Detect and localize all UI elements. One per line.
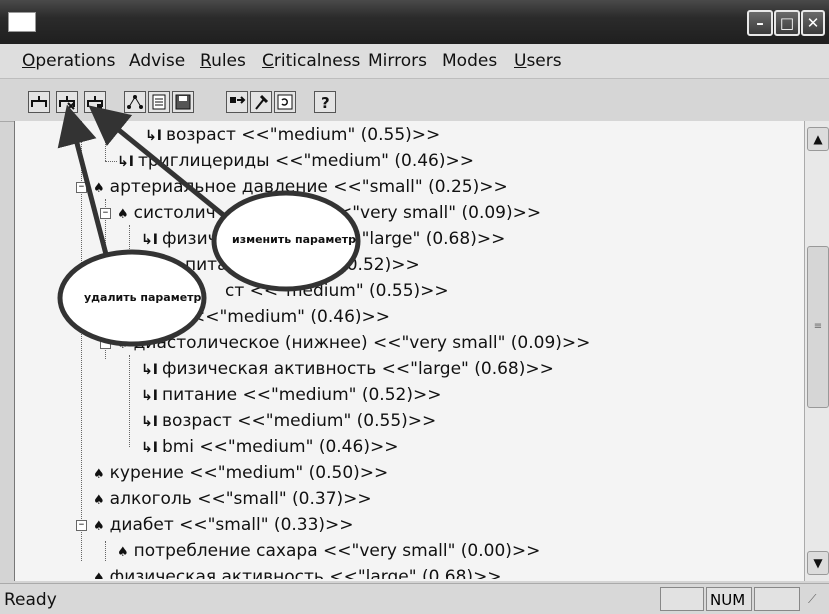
link-button[interactable]: [226, 91, 248, 113]
node-icon: ♠: [93, 493, 105, 508]
status-bar: Ready NUM ⟋: [0, 583, 829, 614]
expander-collapse-icon[interactable]: −: [100, 208, 111, 219]
refresh-button[interactable]: [274, 91, 296, 113]
link-icon: [230, 96, 246, 104]
edit-node-icon: [87, 96, 103, 109]
tree-view-button[interactable]: [124, 91, 146, 113]
menu-criticalness[interactable]: Criticalness: [262, 51, 360, 71]
delete-node-button[interactable]: [56, 91, 78, 113]
tree-item[interactable]: ♠ алкоголь <<"small" (0.37)>>: [93, 489, 372, 509]
hammer-icon: [255, 94, 269, 110]
tree-item[interactable]: ↳I bmi <<"medium" (0.46)>>: [141, 437, 398, 457]
close-button[interactable]: ✕: [801, 10, 825, 36]
tree-connector: [105, 199, 106, 359]
maximize-button[interactable]: □: [774, 10, 800, 36]
minimize-button[interactable]: –: [747, 10, 773, 36]
svg-text:?: ?: [321, 94, 330, 112]
tree-view[interactable]: ↳I возраст <<"medium" (0.55)>> ↳I триглице…: [14, 121, 805, 581]
toolbar: ?: [0, 79, 829, 122]
help-icon: ?: [321, 94, 330, 112]
scroll-up-button[interactable]: ▲: [807, 127, 829, 151]
tree-item[interactable]: ♠ систолич) <<"very small" (0.09)>>: [117, 203, 541, 223]
menu-users[interactable]: Users: [514, 51, 562, 71]
menu-modes[interactable]: Modes: [442, 51, 497, 71]
tree-connector: [105, 121, 106, 161]
scroll-thumb[interactable]: ≡: [807, 246, 829, 408]
edit-node-button[interactable]: [84, 91, 106, 113]
save-button[interactable]: [172, 91, 194, 113]
tree-item[interactable]: ↳I физическая активность <<"large" (0.68)…: [141, 359, 554, 379]
document-icon: [152, 94, 166, 110]
leaf-arrow-icon: ↳I: [141, 232, 158, 248]
delete-callout-label: удалить параметр: [84, 291, 202, 304]
tree-item[interactable]: ↳I возраст <<"medium" (0.55)>>: [145, 125, 440, 145]
tree-item[interactable]: ↳I триглицериды <<"medium" (0.46)>>: [117, 151, 474, 171]
node-icon: ♠: [117, 337, 129, 352]
document-button[interactable]: [148, 91, 170, 113]
hammer-button[interactable]: [250, 91, 272, 113]
expander-collapse-icon[interactable]: −: [100, 338, 111, 349]
tree-item[interactable]: ♠ диастолическое (нижнее) <<"very small" …: [117, 333, 590, 353]
tree-item[interactable]: <<"medium" (0.46)>>: [191, 307, 390, 327]
add-node-button[interactable]: [28, 91, 50, 113]
node-icon: ♠: [93, 519, 105, 534]
tree-icon: [127, 95, 143, 109]
menu-operations[interactable]: Operations: [22, 51, 115, 71]
node-icon: ♠: [93, 467, 105, 482]
scroll-down-button[interactable]: ▼: [807, 551, 829, 575]
tree-connector: [129, 355, 130, 447]
leaf-arrow-icon: ↳I: [141, 388, 158, 404]
tree-connector: [105, 541, 106, 561]
node-icon: ♠: [93, 181, 105, 196]
edit-callout-label: изменить параметр: [232, 233, 357, 246]
leaf-arrow-icon: ↳I: [141, 362, 158, 378]
menu-rules[interactable]: Rules: [200, 51, 246, 71]
save-icon: [175, 94, 191, 110]
leaf-arrow-icon: ↳I: [117, 154, 134, 170]
tree-item[interactable]: питание (0.52)>>: [185, 255, 420, 275]
node-icon: ♠: [117, 207, 129, 222]
status-text: Ready: [4, 590, 57, 610]
num-lock-indicator: NUM: [706, 587, 752, 611]
title-bar: – □ ✕: [0, 0, 829, 44]
refresh-icon: [277, 94, 293, 110]
node-icon: ♠: [93, 571, 105, 581]
delete-node-icon: [59, 96, 75, 110]
menu-mirrors[interactable]: Mirrors: [368, 51, 427, 71]
tree-item[interactable]: ↳I питание <<"medium" (0.52)>>: [141, 385, 441, 405]
leaf-arrow-icon: ↳I: [141, 414, 158, 430]
help-button[interactable]: ?: [314, 91, 336, 113]
menu-bar: Operations Advise Rules Criticalness Mir…: [0, 44, 829, 79]
leaf-arrow-icon: ↳I: [145, 128, 162, 144]
expander-collapse-icon[interactable]: −: [76, 182, 87, 193]
tree-item[interactable]: ст <<"medium" (0.55)>>: [225, 281, 449, 301]
tree-item[interactable]: ♠ потребление сахара <<"very small" (0.00…: [117, 541, 540, 561]
tree-connector: [105, 161, 117, 162]
node-icon: ♠: [117, 545, 129, 560]
tree-item[interactable]: ♠ диабет <<"small" (0.33)>>: [93, 515, 354, 535]
tree-item[interactable]: ♠ курение <<"medium" (0.50)>>: [93, 463, 388, 483]
tree-item[interactable]: ↳I возраст <<"medium" (0.55)>>: [141, 411, 436, 431]
status-panel-empty: [660, 587, 704, 611]
vertical-scrollbar[interactable]: ▲ ≡ ▼: [804, 121, 829, 581]
leaf-arrow-icon: ↳I: [141, 440, 158, 456]
tree-connector: [129, 225, 130, 319]
app-icon: [8, 12, 36, 32]
menu-advise[interactable]: Advise: [129, 51, 185, 71]
expander-collapse-icon[interactable]: −: [76, 520, 87, 531]
tree-item[interactable]: ♠ артериальное давление <<"small" (0.25)>…: [93, 177, 508, 197]
app-window: – □ ✕ Operations Advise Rules Criticalne…: [0, 0, 829, 614]
status-panel-empty: [754, 587, 800, 611]
resize-grip-icon[interactable]: ⟋: [808, 592, 816, 607]
tree-item[interactable]: ♠ физическая активность <<"large" (0.68)>…: [93, 567, 502, 581]
add-node-icon: [31, 96, 47, 107]
